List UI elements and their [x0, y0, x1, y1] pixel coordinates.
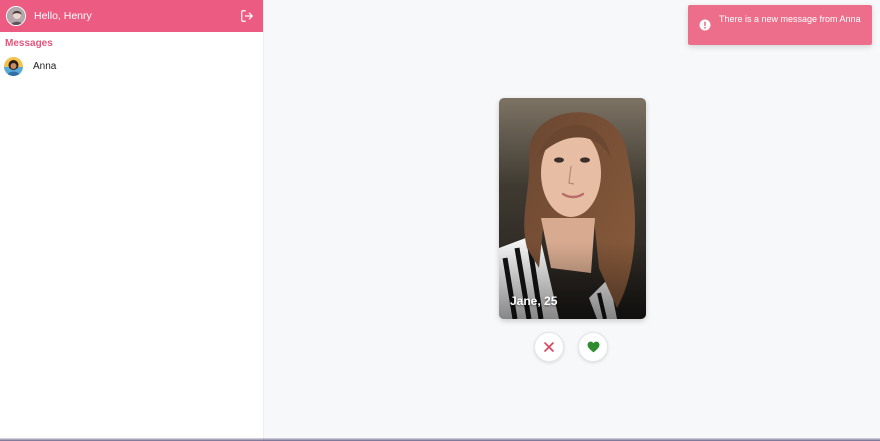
like-button[interactable] — [578, 332, 608, 362]
close-icon — [544, 342, 554, 352]
reject-button[interactable] — [534, 332, 564, 362]
main-area: Jane, 25 — [264, 0, 880, 441]
messages-heading: Messages — [5, 38, 53, 49]
profile-photo — [499, 98, 646, 319]
greeting-text: Hello, Henry — [34, 10, 92, 22]
profile-card[interactable]: Jane, 25 — [499, 98, 646, 319]
conversation-item-anna[interactable]: Anna — [0, 52, 263, 81]
sidebar: Hello, Henry Messages Anna — [0, 0, 264, 441]
conversation-avatar — [4, 57, 23, 76]
toast-message: There is a new message from Anna — [719, 14, 861, 24]
user-avatar[interactable] — [6, 6, 26, 26]
sidebar-header: Hello, Henry — [0, 0, 263, 32]
logout-icon[interactable] — [239, 8, 255, 24]
conversation-name: Anna — [33, 61, 57, 72]
info-icon — [699, 19, 711, 31]
notification-toast[interactable]: There is a new message from Anna — [688, 5, 872, 45]
heart-icon — [587, 341, 599, 353]
profile-name-age: Jane, 25 — [510, 294, 558, 308]
